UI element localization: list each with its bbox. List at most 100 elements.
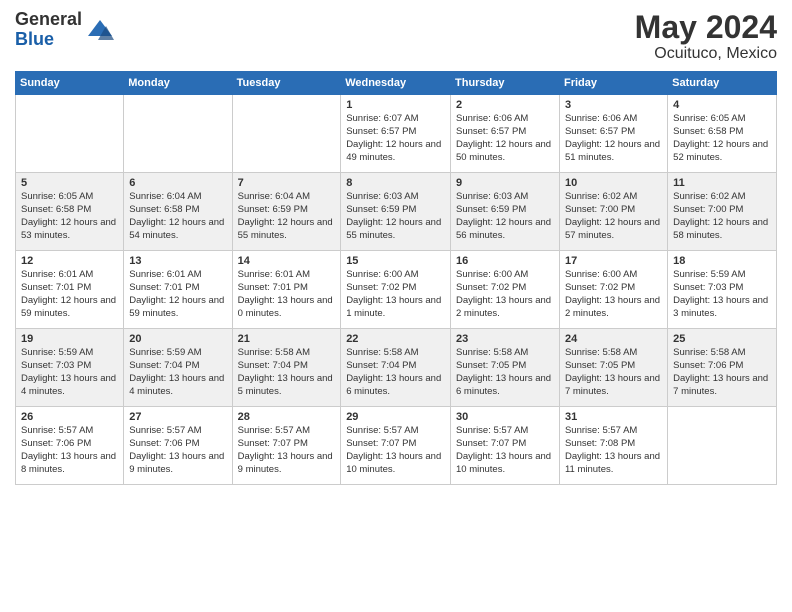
- calendar-cell: 2 Sunrise: 6:06 AM Sunset: 6:57 PM Daylig…: [451, 95, 560, 173]
- day-info: Sunrise: 6:07 AM Sunset: 6:57 PM Dayligh…: [346, 113, 445, 164]
- calendar-cell: 29Sunrise: 5:57 AM Sunset: 7:07 PM Dayli…: [341, 407, 451, 485]
- day-number: 27: [129, 411, 226, 423]
- calendar-cell: 4Sunrise: 6:05 AM Sunset: 6:58 PM Daylig…: [668, 95, 777, 173]
- day-number: 29: [346, 411, 445, 423]
- day-info: Sunrise: 6:02 AM Sunset: 7:00 PM Dayligh…: [565, 191, 662, 242]
- day-number: 9: [456, 177, 554, 189]
- logo-text-block: General Blue: [15, 10, 82, 50]
- day-info: Sunrise: 6:01 AM Sunset: 7:01 PM Dayligh…: [21, 269, 118, 320]
- calendar-cell: 21 Sunrise: 5:58 AM Sunset: 7:04 PM Dayli…: [232, 329, 341, 407]
- calendar-cell: 17Sunrise: 6:00 AM Sunset: 7:02 PM Dayli…: [559, 251, 667, 329]
- calendar-cell: 30 Sunrise: 5:57 AM Sunset: 7:07 PM Dayli…: [451, 407, 560, 485]
- calendar-cell: 10 Sunrise: 6:02 AM Sunset: 7:00 PM Dayli…: [559, 173, 667, 251]
- calendar-cell: 18Sunrise: 5:59 AM Sunset: 7:03 PM Dayli…: [668, 251, 777, 329]
- day-number: 14: [238, 255, 336, 267]
- calendar-cell: 5 Sunrise: 6:05 AM Sunset: 6:58 PM Daylig…: [16, 173, 124, 251]
- day-info: Sunrise: 6:00 AM Sunset: 7:02 PM Dayligh…: [346, 269, 445, 320]
- calendar-cell: 20 Sunrise: 5:59 AM Sunset: 7:04 PM Dayli…: [124, 329, 232, 407]
- day-number: 25: [673, 333, 771, 345]
- day-info: Sunrise: 5:58 AM Sunset: 7:06 PM Dayligh…: [673, 347, 771, 398]
- day-number: 16: [456, 255, 554, 267]
- day-info: Sunrise: 6:04 AM Sunset: 6:58 PM Dayligh…: [129, 191, 226, 242]
- day-number: 8: [346, 177, 445, 189]
- day-number: 3: [565, 99, 662, 111]
- calendar-cell: 3 Sunrise: 6:06 AM Sunset: 6:57 PM Daylig…: [559, 95, 667, 173]
- calendar-subtitle: Ocuituco, Mexico: [635, 45, 777, 63]
- day-number: 23: [456, 333, 554, 345]
- day-number: 12: [21, 255, 118, 267]
- day-info: Sunrise: 6:05 AM Sunset: 6:58 PM Dayligh…: [673, 113, 771, 164]
- day-info: Sunrise: 6:04 AM Sunset: 6:59 PM Dayligh…: [238, 191, 336, 242]
- calendar-cell: 12 Sunrise: 6:01 AM Sunset: 7:01 PM Dayli…: [16, 251, 124, 329]
- day-info: Sunrise: 6:00 AM Sunset: 7:02 PM Dayligh…: [456, 269, 554, 320]
- calendar-cell: [16, 95, 124, 173]
- day-number: 30: [456, 411, 554, 423]
- week-row-2: 5 Sunrise: 6:05 AM Sunset: 6:58 PM Daylig…: [16, 173, 777, 251]
- day-number: 22: [346, 333, 445, 345]
- calendar-cell: 9 Sunrise: 6:03 AM Sunset: 6:59 PM Daylig…: [451, 173, 560, 251]
- day-info: Sunrise: 5:58 AM Sunset: 7:05 PM Dayligh…: [456, 347, 554, 398]
- calendar-cell: 1Sunrise: 6:07 AM Sunset: 6:57 PM Daylig…: [341, 95, 451, 173]
- day-info: Sunrise: 6:01 AM Sunset: 7:01 PM Dayligh…: [129, 269, 226, 320]
- day-info: Sunrise: 5:58 AM Sunset: 7:05 PM Dayligh…: [565, 347, 662, 398]
- day-header-saturday: Saturday: [668, 72, 777, 95]
- day-info: Sunrise: 5:57 AM Sunset: 7:06 PM Dayligh…: [21, 425, 118, 476]
- calendar-cell: 7 Sunrise: 6:04 AM Sunset: 6:59 PM Daylig…: [232, 173, 341, 251]
- calendar-cell: 22 Sunrise: 5:58 AM Sunset: 7:04 PM Dayli…: [341, 329, 451, 407]
- day-header-friday: Friday: [559, 72, 667, 95]
- calendar-cell: 8 Sunrise: 6:03 AM Sunset: 6:59 PM Daylig…: [341, 173, 451, 251]
- day-info: Sunrise: 5:57 AM Sunset: 7:07 PM Dayligh…: [456, 425, 554, 476]
- day-number: 15: [346, 255, 445, 267]
- day-number: 28: [238, 411, 336, 423]
- day-number: 11: [673, 177, 771, 189]
- day-number: 17: [565, 255, 662, 267]
- day-number: 18: [673, 255, 771, 267]
- day-number: 21: [238, 333, 336, 345]
- calendar-cell: 31 Sunrise: 5:57 AM Sunset: 7:08 PM Dayli…: [559, 407, 667, 485]
- day-header-monday: Monday: [124, 72, 232, 95]
- day-header-thursday: Thursday: [451, 72, 560, 95]
- calendar-cell: [124, 95, 232, 173]
- day-info: Sunrise: 6:03 AM Sunset: 6:59 PM Dayligh…: [346, 191, 445, 242]
- calendar-cell: 26 Sunrise: 5:57 AM Sunset: 7:06 PM Dayli…: [16, 407, 124, 485]
- day-info: Sunrise: 5:58 AM Sunset: 7:04 PM Dayligh…: [238, 347, 336, 398]
- day-number: 24: [565, 333, 662, 345]
- day-info: Sunrise: 5:59 AM Sunset: 7:04 PM Dayligh…: [129, 347, 226, 398]
- calendar-cell: 13Sunrise: 6:01 AM Sunset: 7:01 PM Dayli…: [124, 251, 232, 329]
- calendar-cell: 6 Sunrise: 6:04 AM Sunset: 6:58 PM Daylig…: [124, 173, 232, 251]
- day-number: 10: [565, 177, 662, 189]
- day-number: 7: [238, 177, 336, 189]
- calendar-cell: 15 Sunrise: 6:00 AM Sunset: 7:02 PM Dayli…: [341, 251, 451, 329]
- day-info: Sunrise: 6:03 AM Sunset: 6:59 PM Dayligh…: [456, 191, 554, 242]
- day-number: 31: [565, 411, 662, 423]
- week-row-4: 19Sunrise: 5:59 AM Sunset: 7:03 PM Dayli…: [16, 329, 777, 407]
- day-number: 5: [21, 177, 118, 189]
- calendar-cell: 28 Sunrise: 5:57 AM Sunset: 7:07 PM Dayli…: [232, 407, 341, 485]
- day-number: 2: [456, 99, 554, 111]
- day-info: Sunrise: 5:57 AM Sunset: 7:07 PM Dayligh…: [238, 425, 336, 476]
- week-row-5: 26 Sunrise: 5:57 AM Sunset: 7:06 PM Dayli…: [16, 407, 777, 485]
- day-number: 19: [21, 333, 118, 345]
- day-info: Sunrise: 5:58 AM Sunset: 7:04 PM Dayligh…: [346, 347, 445, 398]
- day-info: Sunrise: 6:06 AM Sunset: 6:57 PM Dayligh…: [456, 113, 554, 164]
- day-header-tuesday: Tuesday: [232, 72, 341, 95]
- calendar-page: General Blue May 2024 Ocuituco, Mexico S…: [0, 0, 792, 612]
- days-header-row: SundayMondayTuesdayWednesdayThursdayFrid…: [16, 72, 777, 95]
- day-number: 20: [129, 333, 226, 345]
- calendar-cell: 24 Sunrise: 5:58 AM Sunset: 7:05 PM Dayli…: [559, 329, 667, 407]
- day-info: Sunrise: 6:06 AM Sunset: 6:57 PM Dayligh…: [565, 113, 662, 164]
- day-header-sunday: Sunday: [16, 72, 124, 95]
- day-number: 6: [129, 177, 226, 189]
- calendar-title: May 2024: [635, 10, 777, 45]
- day-header-wednesday: Wednesday: [341, 72, 451, 95]
- day-info: Sunrise: 5:57 AM Sunset: 7:08 PM Dayligh…: [565, 425, 662, 476]
- calendar-header: General Blue May 2024 Ocuituco, Mexico: [15, 10, 777, 63]
- calendar-cell: 25 Sunrise: 5:58 AM Sunset: 7:06 PM Dayli…: [668, 329, 777, 407]
- day-number: 26: [21, 411, 118, 423]
- day-info: Sunrise: 6:02 AM Sunset: 7:00 PM Dayligh…: [673, 191, 771, 242]
- logo: General Blue: [15, 10, 114, 50]
- calendar-cell: 27Sunrise: 5:57 AM Sunset: 7:06 PM Dayli…: [124, 407, 232, 485]
- day-info: Sunrise: 6:05 AM Sunset: 6:58 PM Dayligh…: [21, 191, 118, 242]
- logo-general: General: [15, 9, 82, 29]
- calendar-cell: 14Sunrise: 6:01 AM Sunset: 7:01 PM Dayli…: [232, 251, 341, 329]
